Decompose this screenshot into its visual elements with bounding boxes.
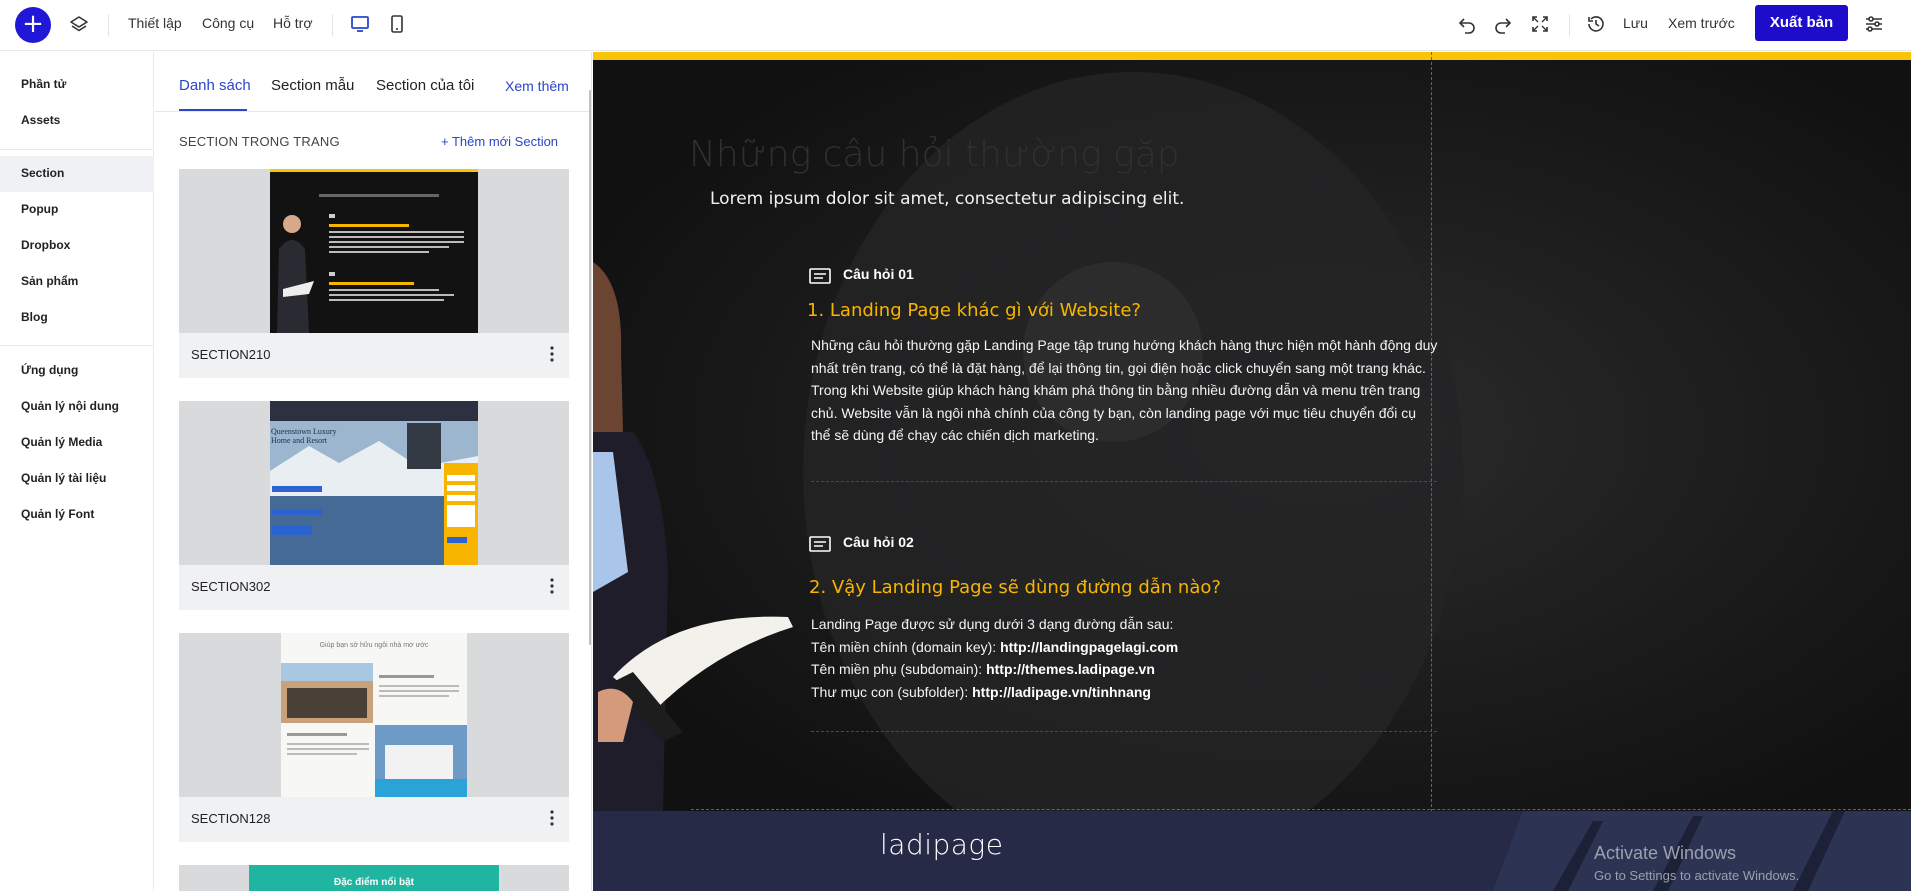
tab-section-templates[interactable]: Section mẫu (271, 77, 354, 94)
more-vertical-icon[interactable] (549, 577, 555, 595)
toolbar-divider (108, 14, 109, 36)
question-tag[interactable]: Câu hỏi 02 (843, 534, 914, 550)
answer-line: Những câu hỏi thường gặp Landing Page tậ… (811, 337, 1438, 353)
thumbnail-banner-text: Đặc điểm nổi bật (333, 877, 414, 888)
section-panel: Danh sách Section mẫu Section của tôi Xe… (155, 52, 592, 891)
chat-icon (809, 536, 831, 552)
mobile-view-icon[interactable] (385, 12, 409, 36)
guide-line-horizontal (691, 809, 1911, 810)
question-tag[interactable]: Câu hỏi 01 (843, 266, 914, 282)
panel-scrollbar[interactable] (589, 90, 591, 645)
section-card[interactable]: SECTION210 (179, 169, 569, 378)
answer-line: Trong khi Website giúp khách hàng khám p… (811, 382, 1421, 398)
tab-my-sections[interactable]: Section của tôi (376, 77, 474, 94)
top-yellow-bar (593, 52, 1911, 60)
footer-section[interactable]: ladipage Activate Windows Go to Settings… (593, 811, 1911, 891)
sidebar-item-section[interactable]: Section (21, 166, 64, 180)
sidebar-item-assets[interactable]: Assets (21, 113, 60, 127)
menu-tools[interactable]: Công cụ (202, 15, 254, 31)
top-toolbar: + Thiết lập Công cụ Hỗ trợ Lưu Xem trước… (0, 0, 1911, 51)
section-thumbnail: Giúp bạn sở hữu ngôi nhà mơ ước (179, 633, 569, 797)
menu-settings[interactable]: Thiết lập (128, 15, 182, 31)
question-title[interactable]: 1. Landing Page khác gì với Website? (807, 300, 1141, 321)
chat-icon (809, 268, 831, 284)
section-card-label: SECTION128 (191, 811, 271, 826)
left-sidebar: Phần tử Assets Section Popup Dropbox Sản… (0, 52, 154, 891)
desktop-view-icon[interactable] (348, 12, 372, 36)
add-section-label: Thêm mới Section (451, 134, 559, 149)
sidebar-item-blog[interactable]: Blog (21, 310, 48, 324)
publish-button[interactable]: Xuất bản (1755, 5, 1848, 41)
layers-icon[interactable] (68, 14, 90, 36)
history-icon[interactable] (1584, 12, 1608, 36)
sidebar-divider (0, 345, 154, 346)
toolbar-divider (1569, 14, 1570, 36)
plus-icon: + (441, 134, 449, 149)
save-button[interactable]: Lưu (1623, 15, 1648, 31)
thumbnail-heading: Giúp bạn sở hữu ngôi nhà mơ ước (319, 642, 429, 649)
add-section-button[interactable]: + Thêm mới Section (441, 134, 558, 149)
faq-subtitle[interactable]: Lorem ipsum dolor sit amet, consectetur … (710, 189, 1184, 209)
sidebar-item-content[interactable]: Quản lý nội dung (21, 399, 119, 413)
toolbar-divider (332, 14, 333, 36)
answer-row: Tên miền phụ (subdomain): http://themes.… (811, 661, 1155, 677)
thumbnail-banner: Đặc điểm nổi bật (249, 865, 499, 891)
windows-activation-watermark: Activate Windows Go to Settings to activ… (1594, 843, 1800, 883)
faq-title[interactable]: Những câu hỏi thường gặp (689, 134, 1180, 175)
editor-canvas[interactable]: Những câu hỏi thường gặp Lorem ipsum dol… (593, 52, 1911, 891)
section-card-label: SECTION302 (191, 579, 271, 594)
section-card[interactable]: Queenstown Luxury Home and Resort SECTIO… (179, 401, 569, 610)
fullscreen-icon[interactable] (1528, 12, 1552, 36)
sidebar-item-elements[interactable]: Phần tử (21, 77, 66, 91)
section-card[interactable]: Đặc điểm nổi bật (179, 865, 569, 891)
add-element-button[interactable]: + (15, 7, 51, 43)
sidebar-item-products[interactable]: Sản phẩm (21, 274, 78, 288)
preview-button[interactable]: Xem trước (1668, 15, 1735, 31)
section-card-label: SECTION210 (191, 347, 271, 362)
sidebar-item-dropbox[interactable]: Dropbox (21, 238, 70, 252)
section-thumbnail (179, 169, 569, 333)
redo-icon[interactable] (1491, 12, 1515, 36)
sidebar-item-apps[interactable]: Ứng dụng (21, 363, 78, 377)
more-link[interactable]: Xem thêm (505, 78, 569, 94)
sidebar-item-media[interactable]: Quản lý Media (21, 435, 102, 449)
question-answer[interactable]: Những câu hỏi thường gặp Landing Page tậ… (811, 334, 1451, 447)
sidebar-item-documents[interactable]: Quản lý tài liệu (21, 471, 106, 485)
answer-line: nhất trên trang, có thể là đặt hàng, để … (811, 359, 1426, 376)
sidebar-item-popup[interactable]: Popup (21, 202, 58, 216)
ladipage-logo: ladipage (880, 828, 1004, 861)
more-vertical-icon[interactable] (549, 345, 555, 363)
faq-divider (811, 481, 1437, 482)
answer-line: chủ. Website vẫn là ngôi nhà chính của c… (811, 404, 1417, 421)
answer-intro: Landing Page được sử dụng dưới 3 dạng đư… (811, 616, 1174, 632)
section-card[interactable]: Giúp bạn sở hữu ngôi nhà mơ ước SECTION1… (179, 633, 569, 842)
tab-list[interactable]: Danh sách (179, 77, 251, 94)
undo-icon[interactable] (1455, 12, 1479, 36)
panel-heading: SECTION TRONG TRANG (179, 134, 340, 149)
faq-divider (811, 731, 1437, 732)
settings-sliders-icon[interactable] (1862, 12, 1886, 36)
answer-line: thể sẽ dùng để chạy các chiến dịch marke… (811, 427, 1099, 443)
menu-support[interactable]: Hỗ trợ (273, 15, 313, 31)
thumbnail-heading: Queenstown Luxury Home and Resort (271, 427, 337, 445)
section-thumbnail: Đặc điểm nổi bật (179, 865, 569, 891)
tabs-border (155, 111, 591, 112)
question-title[interactable]: 2. Vậy Landing Page sẽ dùng đường dẫn nà… (809, 577, 1221, 598)
section-thumbnail: Queenstown Luxury Home and Resort (179, 401, 569, 565)
answer-row: Thư mục con (subfolder): http://ladipage… (811, 683, 1151, 700)
sidebar-divider (0, 149, 154, 150)
answer-row: Tên miền chính (domain key): http://land… (811, 638, 1179, 655)
question-answer[interactable]: Landing Page được sử dụng dưới 3 dạng đư… (811, 613, 1411, 703)
more-vertical-icon[interactable] (549, 809, 555, 827)
sidebar-item-fonts[interactable]: Quản lý Font (21, 507, 94, 521)
